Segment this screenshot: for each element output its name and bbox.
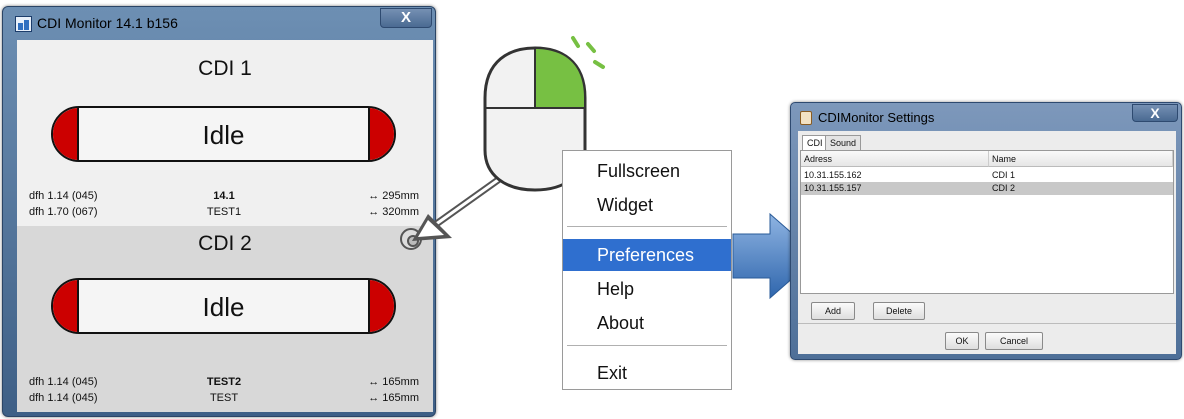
column-header-name[interactable]: Name <box>989 151 1173 167</box>
width-label: ↔ 295mm <box>368 190 419 202</box>
job-label: TEST2 <box>206 376 242 388</box>
menu-separator <box>567 226 727 227</box>
firmware-label: dfh 1.14 (045) <box>29 376 98 388</box>
menu-item-help[interactable]: Help <box>563 273 731 305</box>
name-cell: CDI 1 <box>992 170 1016 180</box>
table-row[interactable]: 10.31.155.162 CDI 1 <box>801 169 1173 182</box>
java-icon <box>800 111 812 125</box>
version-label: 14.1 <box>213 190 235 202</box>
cdi-table: Adress Name 10.31.155.162 CDI 1 10.31.15… <box>800 150 1174 294</box>
close-button[interactable]: X <box>380 8 432 28</box>
right-button-icon <box>535 49 584 108</box>
menu-item-preferences[interactable]: Preferences <box>563 239 731 271</box>
app-icon <box>15 16 32 32</box>
menu-item-fullscreen[interactable]: Fullscreen <box>563 155 731 187</box>
job-label: TEST1 <box>206 206 242 218</box>
firmware-label: dfh 1.70 (067) <box>29 206 98 218</box>
delete-button[interactable]: Delete <box>873 302 925 320</box>
add-button[interactable]: Add <box>811 302 855 320</box>
status-indicator: Idle <box>51 278 396 334</box>
column-header-address[interactable]: Adress <box>801 151 989 167</box>
cancel-button[interactable]: Cancel <box>985 332 1043 350</box>
title-bar[interactable]: CDI Monitor 14.1 b156 X <box>3 7 435 37</box>
window-title: CDI Monitor 14.1 b156 <box>37 15 178 31</box>
tab-sound[interactable]: Sound <box>825 135 862 151</box>
context-menu: Fullscreen Widget Preferences Help About… <box>562 150 732 390</box>
table-row[interactable]: 10.31.155.157 CDI 2 <box>801 182 1173 195</box>
dialog-title: CDIMonitor Settings <box>818 110 935 125</box>
status-text: Idle <box>202 120 245 150</box>
settings-client-area: CDI Sound Adress Name 10.31.155.162 CDI … <box>798 131 1176 354</box>
firmware-label: dfh 1.14 (045) <box>29 190 98 202</box>
tab-cdi[interactable]: CDI <box>802 135 828 151</box>
cdi-panel[interactable]: CDI 1 Idle dfh 1.14 (045) 14.1 ↔ 295mm d… <box>17 40 433 226</box>
width-label: ↔ 320mm <box>368 206 419 218</box>
dialog-separator <box>798 323 1176 324</box>
cdi-monitor-window: CDI Monitor 14.1 b156 X CDI 1 Idle dfh 1… <box>2 6 436 417</box>
menu-item-widget[interactable]: Widget <box>563 189 731 221</box>
monitor-client-area: CDI 1 Idle dfh 1.14 (045) 14.1 ↔ 295mm d… <box>17 40 433 412</box>
cdi-name: CDI 2 <box>198 232 252 255</box>
settings-dialog: CDIMonitor Settings X CDI Sound Adress N… <box>790 102 1182 360</box>
cdi-name: CDI 1 <box>198 57 252 80</box>
menu-separator <box>567 345 727 346</box>
width-label: ↔ 165mm <box>368 392 419 404</box>
firmware-label: dfh 1.14 (045) <box>29 392 98 404</box>
status-indicator: Idle <box>51 106 396 162</box>
name-cell: CDI 2 <box>992 183 1016 193</box>
menu-item-about[interactable]: About <box>563 307 731 339</box>
status-text: Idle <box>202 292 245 322</box>
ok-button[interactable]: OK <box>945 332 979 350</box>
cdi-panel[interactable]: CDI 2 Idle dfh 1.14 (045) TEST2 ↔ 165mm … <box>17 226 433 412</box>
address-cell: 10.31.155.162 <box>804 170 862 180</box>
job-label: TEST <box>209 392 239 404</box>
width-label: ↔ 165mm <box>368 376 419 388</box>
menu-item-exit[interactable]: Exit <box>563 357 731 389</box>
close-button[interactable]: X <box>1132 104 1178 122</box>
address-cell: 10.31.155.157 <box>804 183 862 193</box>
settings-gear-icon[interactable] <box>400 228 422 250</box>
